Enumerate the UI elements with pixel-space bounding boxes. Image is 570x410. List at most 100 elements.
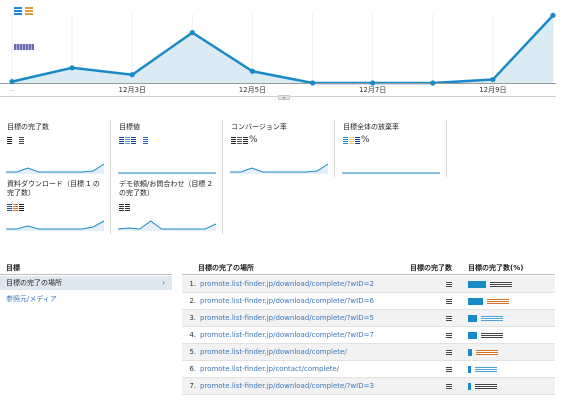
row-count-redacted — [446, 384, 452, 389]
dimension-selected-label: 目標の完了の場所 — [6, 279, 62, 287]
row-index: 3. — [189, 314, 196, 322]
col-location-header[interactable]: 目標の完了の場所 — [198, 261, 254, 275]
metric-title: 目標の完了数 — [7, 123, 49, 131]
dimension-source-medium-link[interactable]: 参照元/メディア — [6, 294, 57, 304]
metric-card[interactable]: 目標の完了数 — [0, 120, 111, 177]
chart-data-point[interactable] — [249, 68, 256, 74]
row-share-bar — [468, 315, 477, 322]
metric-value — [119, 135, 148, 145]
table-row[interactable]: 2. promote.list-finder.jp/download/comple… — [182, 293, 555, 310]
metric-value-redacted — [349, 136, 354, 144]
goal-completions-chart: ... ≡ 12月3日 12月5日 12月7日 12月9日 — [0, 0, 570, 104]
metric-title: 資料ダウンロード（目標 1 の完了数） — [7, 180, 100, 197]
row-share-bar — [468, 298, 483, 305]
metric-value: % — [343, 135, 370, 145]
chevron-right-icon: › — [162, 279, 165, 287]
metric-value-redacted — [7, 136, 12, 144]
dimension-selected[interactable]: 目標の完了の場所 › — [0, 276, 172, 290]
metric-value-redacted — [13, 203, 18, 211]
metric-value-suffix: % — [361, 135, 370, 145]
metric-value-redacted — [19, 136, 24, 144]
metric-title: コンバージョン率 — [231, 123, 287, 131]
col-pct-header[interactable]: 目標の完了数(%) — [468, 261, 523, 275]
row-pct-redacted — [487, 299, 509, 304]
metric-value-redacted — [125, 203, 130, 211]
chart-data-point[interactable] — [309, 80, 316, 86]
metric-card[interactable]: コンバージョン率% — [224, 120, 335, 177]
metric-value-redacted — [13, 136, 18, 144]
row-pct-redacted — [490, 282, 512, 287]
row-index: 1. — [189, 280, 196, 288]
chart-data-point[interactable] — [69, 65, 75, 71]
metric-value-redacted — [119, 136, 124, 144]
chart-data-point[interactable] — [189, 30, 195, 36]
metric-value-redacted — [243, 136, 248, 144]
metric-title: 目標全体の放棄率 — [343, 123, 399, 131]
dimension-header: 目標 — [0, 261, 172, 275]
row-url-link[interactable]: promote.list-finder.jp/download/complete… — [200, 293, 374, 310]
table-row[interactable]: 7. promote.list-finder.jp/download/comple… — [182, 378, 555, 395]
metric-value-redacted — [343, 136, 348, 144]
metric-title: 目標値 — [119, 123, 140, 131]
metric-card[interactable]: 資料ダウンロード（目標 1 の完了数） — [0, 177, 111, 234]
row-count-redacted — [446, 367, 452, 372]
metric-value-redacted — [125, 136, 130, 144]
table-row[interactable]: 5. promote.list-finder.jp/download/comple… — [182, 344, 555, 361]
metric-value: % — [231, 135, 258, 145]
metric-value-redacted — [119, 203, 124, 211]
table-row[interactable]: 3. promote.list-finder.jp/download/comple… — [182, 310, 555, 327]
metric-card[interactable]: デモ依頼/お問合わせ（目標 2 の完了数） — [112, 177, 223, 234]
row-count-redacted — [446, 282, 452, 287]
sparkline-line — [6, 220, 104, 230]
metric-value-redacted — [7, 203, 12, 211]
metric-value — [7, 202, 24, 212]
sparkline-line — [6, 163, 104, 173]
chart-data-point[interactable] — [550, 12, 556, 18]
row-index: 7. — [189, 382, 196, 390]
row-url-link[interactable]: promote.list-finder.jp/contact/complete/ — [200, 361, 339, 378]
metric-value-suffix: % — [249, 135, 258, 145]
metric-value — [7, 135, 24, 145]
table-row[interactable]: 1. promote.list-finder.jp/download/comple… — [182, 276, 555, 293]
sparkline-line — [118, 220, 216, 230]
metric-value-redacted — [19, 203, 24, 211]
x-axis-tick-label: 12月9日 — [479, 86, 507, 94]
chart-area-fill — [12, 15, 553, 84]
row-url-link[interactable]: promote.list-finder.jp/download/complete… — [200, 327, 374, 344]
row-pct-redacted — [475, 367, 497, 372]
metric-card[interactable]: 目標全体の放棄率% — [336, 120, 447, 177]
x-axis-tick-label: 12月3日 — [118, 86, 146, 94]
metric-sparkline — [342, 172, 440, 174]
row-count-redacted — [446, 350, 452, 355]
row-url-link[interactable]: promote.list-finder.jp/download/complete… — [200, 276, 374, 293]
chart-data-point[interactable] — [430, 80, 436, 86]
metric-sparkline — [6, 220, 104, 231]
chart-data-point[interactable] — [490, 76, 496, 83]
row-url-link[interactable]: promote.list-finder.jp/download/complete… — [200, 344, 347, 361]
chart-data-point[interactable] — [9, 79, 15, 85]
col-count-header[interactable]: 目標の完了数 — [410, 261, 452, 275]
chart-data-point[interactable] — [129, 72, 135, 78]
metric-card[interactable]: 目標値 — [112, 120, 223, 177]
row-share-bar — [468, 383, 471, 390]
row-url-link[interactable]: promote.list-finder.jp/download/complete… — [200, 310, 374, 327]
row-share-bar — [468, 349, 472, 356]
row-url-link[interactable]: promote.list-finder.jp/download/complete… — [200, 378, 374, 395]
row-pct-redacted — [481, 333, 503, 338]
row-pct-redacted — [481, 316, 503, 321]
metric-sparkline — [6, 163, 104, 174]
table-row[interactable]: 4. promote.list-finder.jp/download/comple… — [182, 327, 555, 344]
metric-value-redacted — [137, 136, 142, 144]
sparkline-line — [230, 163, 328, 173]
chart-resize-handle[interactable]: ≡ — [278, 95, 290, 100]
metric-value-redacted — [355, 136, 360, 144]
chart-ellipsis: ... — [9, 86, 15, 93]
row-index: 6. — [189, 365, 196, 373]
metric-value-redacted — [143, 136, 148, 144]
table-header: 目標の完了の場所 目標の完了数 目標の完了数(%) — [182, 261, 555, 275]
row-index: 4. — [189, 331, 196, 339]
metric-sparkline — [118, 172, 216, 174]
row-count-redacted — [446, 299, 452, 304]
table-row[interactable]: 6. promote.list-finder.jp/contact/complet… — [182, 361, 555, 378]
row-pct-redacted — [475, 384, 497, 389]
